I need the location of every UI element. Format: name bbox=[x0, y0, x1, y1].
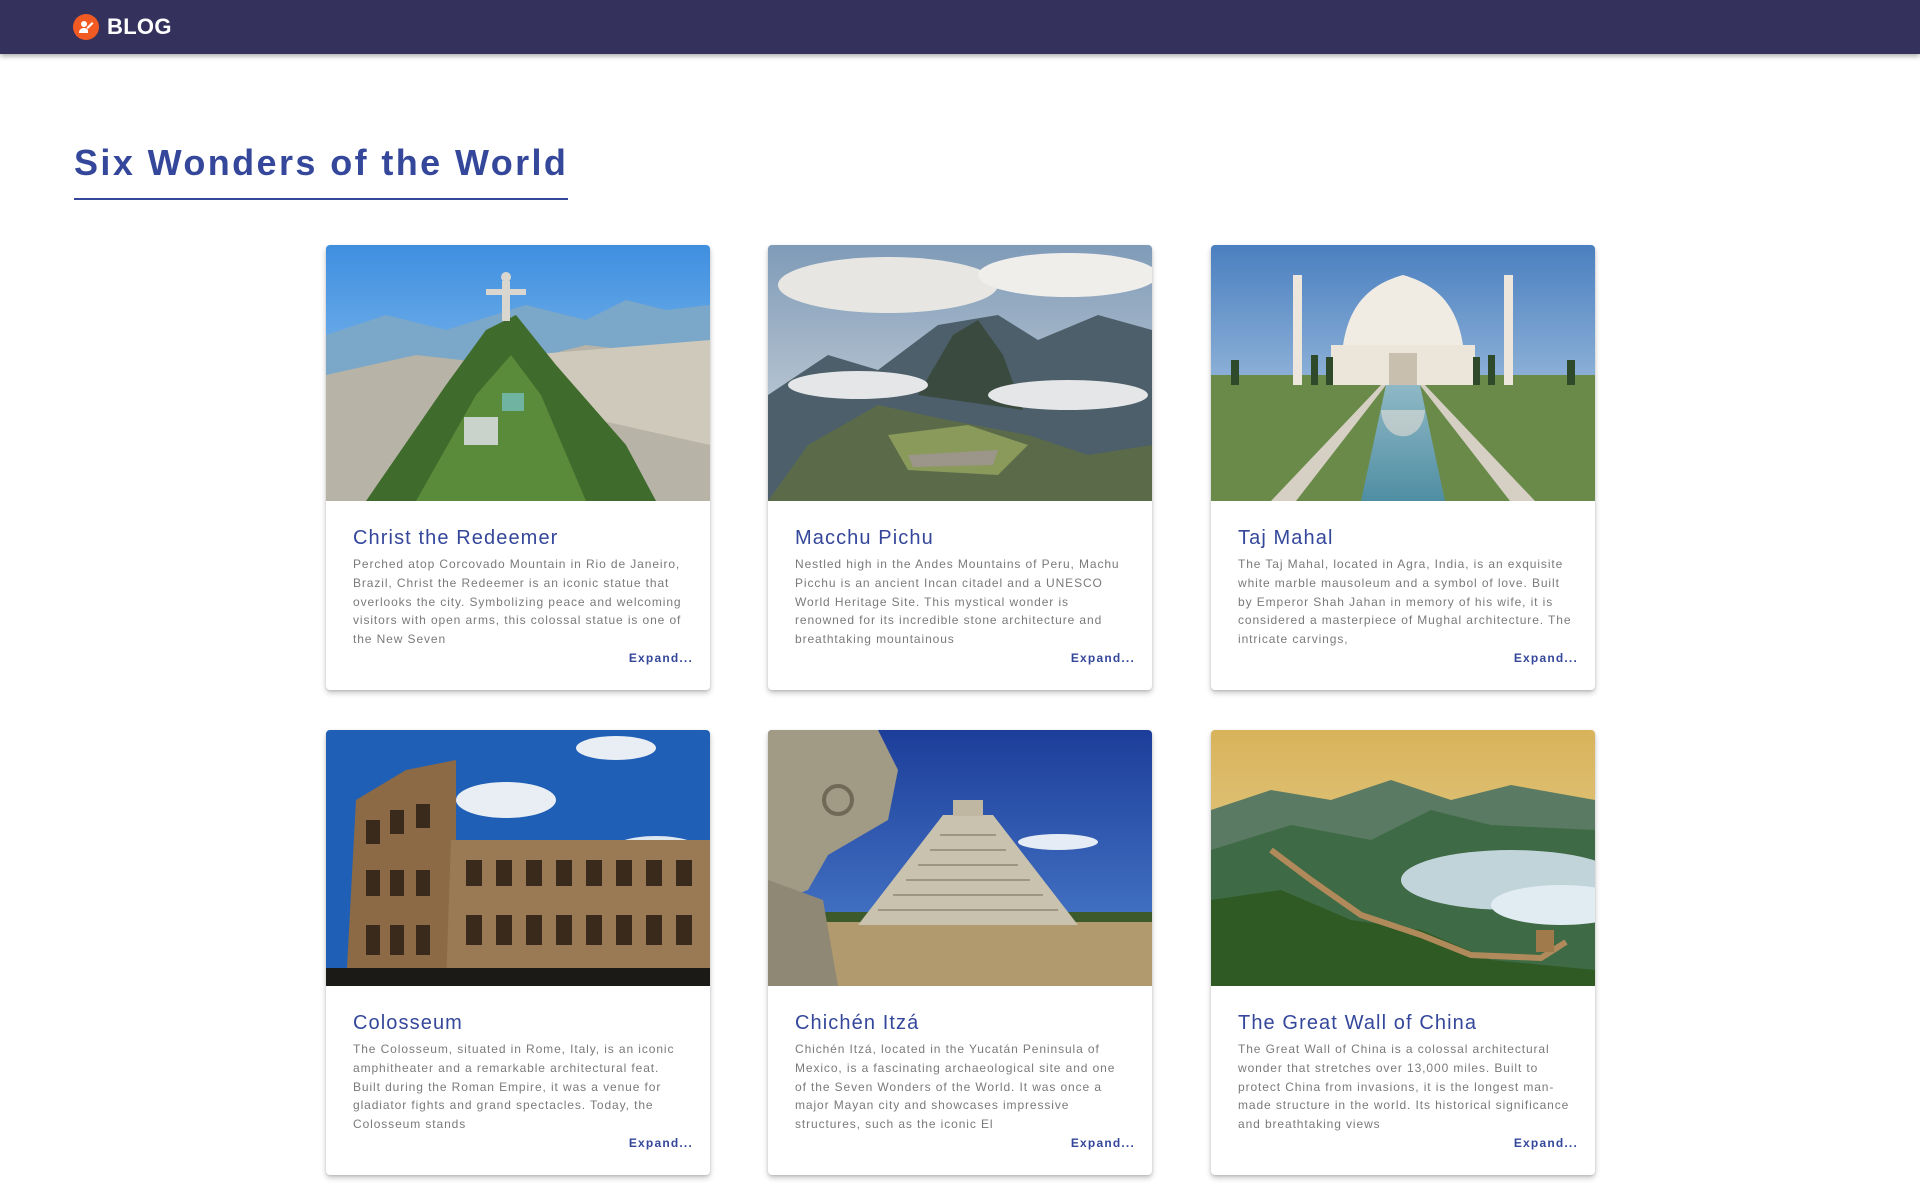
card-title: Taj Mahal bbox=[1238, 527, 1334, 549]
brand-name: BLOG bbox=[107, 14, 172, 39]
blog-logo-icon bbox=[73, 14, 99, 40]
card-image[interactable] bbox=[768, 730, 1152, 986]
expand-button[interactable]: Expand... bbox=[1071, 651, 1135, 665]
expand-button[interactable]: Expand... bbox=[629, 651, 693, 665]
card-image[interactable] bbox=[1211, 730, 1595, 986]
card-image[interactable] bbox=[1211, 245, 1595, 501]
top-app-bar: BLOG bbox=[0, 0, 1920, 54]
card-great-wall-of-china: The Great Wall of China The Great Wall o… bbox=[1211, 730, 1595, 1175]
title-underline bbox=[74, 198, 568, 200]
card-chichen-itza: Chichén Itzá Chichén Itzá, located in th… bbox=[768, 730, 1152, 1175]
card-taj-mahal: Taj Mahal The Taj Mahal, located in Agra… bbox=[1211, 245, 1595, 690]
card-description: Chichén Itzá, located in the Yucatán Pen… bbox=[795, 1042, 1116, 1132]
card-description: Perched atop Corcovado Mountain in Rio d… bbox=[353, 557, 682, 647]
expand-button[interactable]: Expand... bbox=[1514, 1136, 1578, 1150]
card-description: The Taj Mahal, located in Agra, India, i… bbox=[1238, 557, 1572, 647]
card-description: Nestled high in the Andes Mountains of P… bbox=[795, 557, 1120, 647]
card-title: The Great Wall of China bbox=[1238, 1012, 1478, 1034]
card-description: The Great Wall of China is a colossal ar… bbox=[1238, 1042, 1570, 1132]
expand-button[interactable]: Expand... bbox=[1514, 651, 1578, 665]
card-macchu-pichu: Macchu Pichu Nestled high in the Andes M… bbox=[768, 245, 1152, 690]
expand-button[interactable]: Expand... bbox=[629, 1136, 693, 1150]
card-image[interactable] bbox=[326, 730, 710, 986]
card-image[interactable] bbox=[768, 245, 1152, 501]
card-title: Colosseum bbox=[353, 1012, 463, 1034]
brand-link[interactable]: BLOG bbox=[73, 14, 172, 40]
expand-button[interactable]: Expand... bbox=[1071, 1136, 1135, 1150]
card-colosseum: Colosseum The Colosseum, situated in Rom… bbox=[326, 730, 710, 1175]
card-image[interactable] bbox=[326, 245, 710, 501]
card-description: The Colosseum, situated in Rome, Italy, … bbox=[353, 1042, 675, 1132]
card-title: Macchu Pichu bbox=[795, 527, 934, 549]
page-title: Six Wonders of the World bbox=[74, 142, 569, 183]
card-title: Chichén Itzá bbox=[795, 1012, 920, 1034]
card-title: Christ the Redeemer bbox=[353, 527, 559, 549]
card-christ-the-redeemer: Christ the Redeemer Perched atop Corcova… bbox=[326, 245, 710, 690]
